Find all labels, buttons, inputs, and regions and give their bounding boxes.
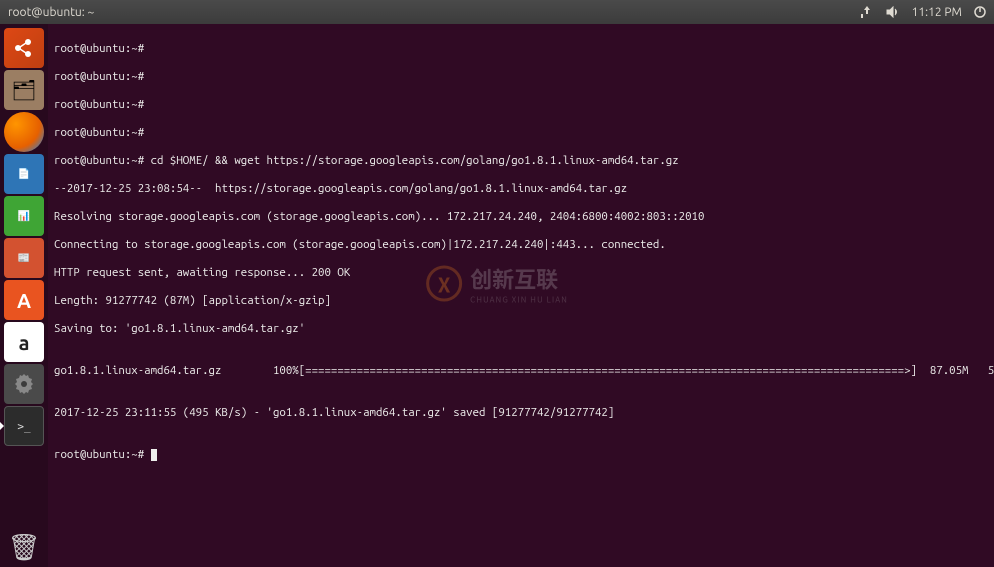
terminal-line: root@ubuntu:~# <box>54 70 988 84</box>
terminal-line: Length: 91277742 (87M) [application/x-gz… <box>54 294 988 308</box>
files-icon[interactable]: 🗂 <box>4 70 44 110</box>
terminal-line: Saving to: 'go1.8.1.linux-amd64.tar.gz' <box>54 322 988 336</box>
clock[interactable]: 11:12 PM <box>912 6 962 19</box>
system-settings-icon[interactable] <box>4 364 44 404</box>
dash-icon[interactable] <box>4 28 44 68</box>
amazon-icon[interactable]: a <box>4 322 44 362</box>
trash-icon[interactable]: 🗑 <box>4 527 44 567</box>
terminal-prompt-line: root@ubuntu:~# <box>54 448 988 462</box>
terminal-icon[interactable]: >_ <box>4 406 44 446</box>
terminal-line: root@ubuntu:~# cd $HOME/ && wget https:/… <box>54 154 988 168</box>
terminal-line: root@ubuntu:~# <box>54 98 988 112</box>
terminal-line: root@ubuntu:~# <box>54 42 988 56</box>
network-icon[interactable] <box>860 6 874 18</box>
window-title-text: root@ubuntu: ~ <box>8 6 94 19</box>
terminal-content[interactable]: root@ubuntu:~# root@ubuntu:~# root@ubunt… <box>48 24 994 567</box>
libreoffice-calc-icon[interactable]: 📊 <box>4 196 44 236</box>
system-indicators[interactable]: 11:12 PM <box>860 6 986 19</box>
ubuntu-software-icon[interactable]: A <box>4 280 44 320</box>
top-menubar: root@ubuntu: ~ 11:12 PM <box>0 0 994 24</box>
terminal-line: 2017-12-25 23:11:55 (495 KB/s) - 'go1.8.… <box>54 406 988 420</box>
terminal-line: HTTP request sent, awaiting response... … <box>54 266 988 280</box>
terminal-line: root@ubuntu:~# <box>54 126 988 140</box>
terminal-line: Connecting to storage.googleapis.com (st… <box>54 238 988 252</box>
sound-icon[interactable] <box>886 6 900 18</box>
session-icon[interactable] <box>974 6 986 18</box>
firefox-icon[interactable] <box>4 112 44 152</box>
unity-launcher: 🗂 📄 📊 📰 A a >_ 🗑 <box>0 24 48 567</box>
terminal-line: --2017-12-25 23:08:54-- https://storage.… <box>54 182 988 196</box>
window-title: root@ubuntu: ~ <box>8 6 94 19</box>
libreoffice-writer-icon[interactable]: 📄 <box>4 154 44 194</box>
terminal-cursor <box>151 449 157 461</box>
terminal-line: go1.8.1.linux-amd64.tar.gz 100%[========… <box>54 364 988 378</box>
libreoffice-impress-icon[interactable]: 📰 <box>4 238 44 278</box>
terminal-line: Resolving storage.googleapis.com (storag… <box>54 210 988 224</box>
